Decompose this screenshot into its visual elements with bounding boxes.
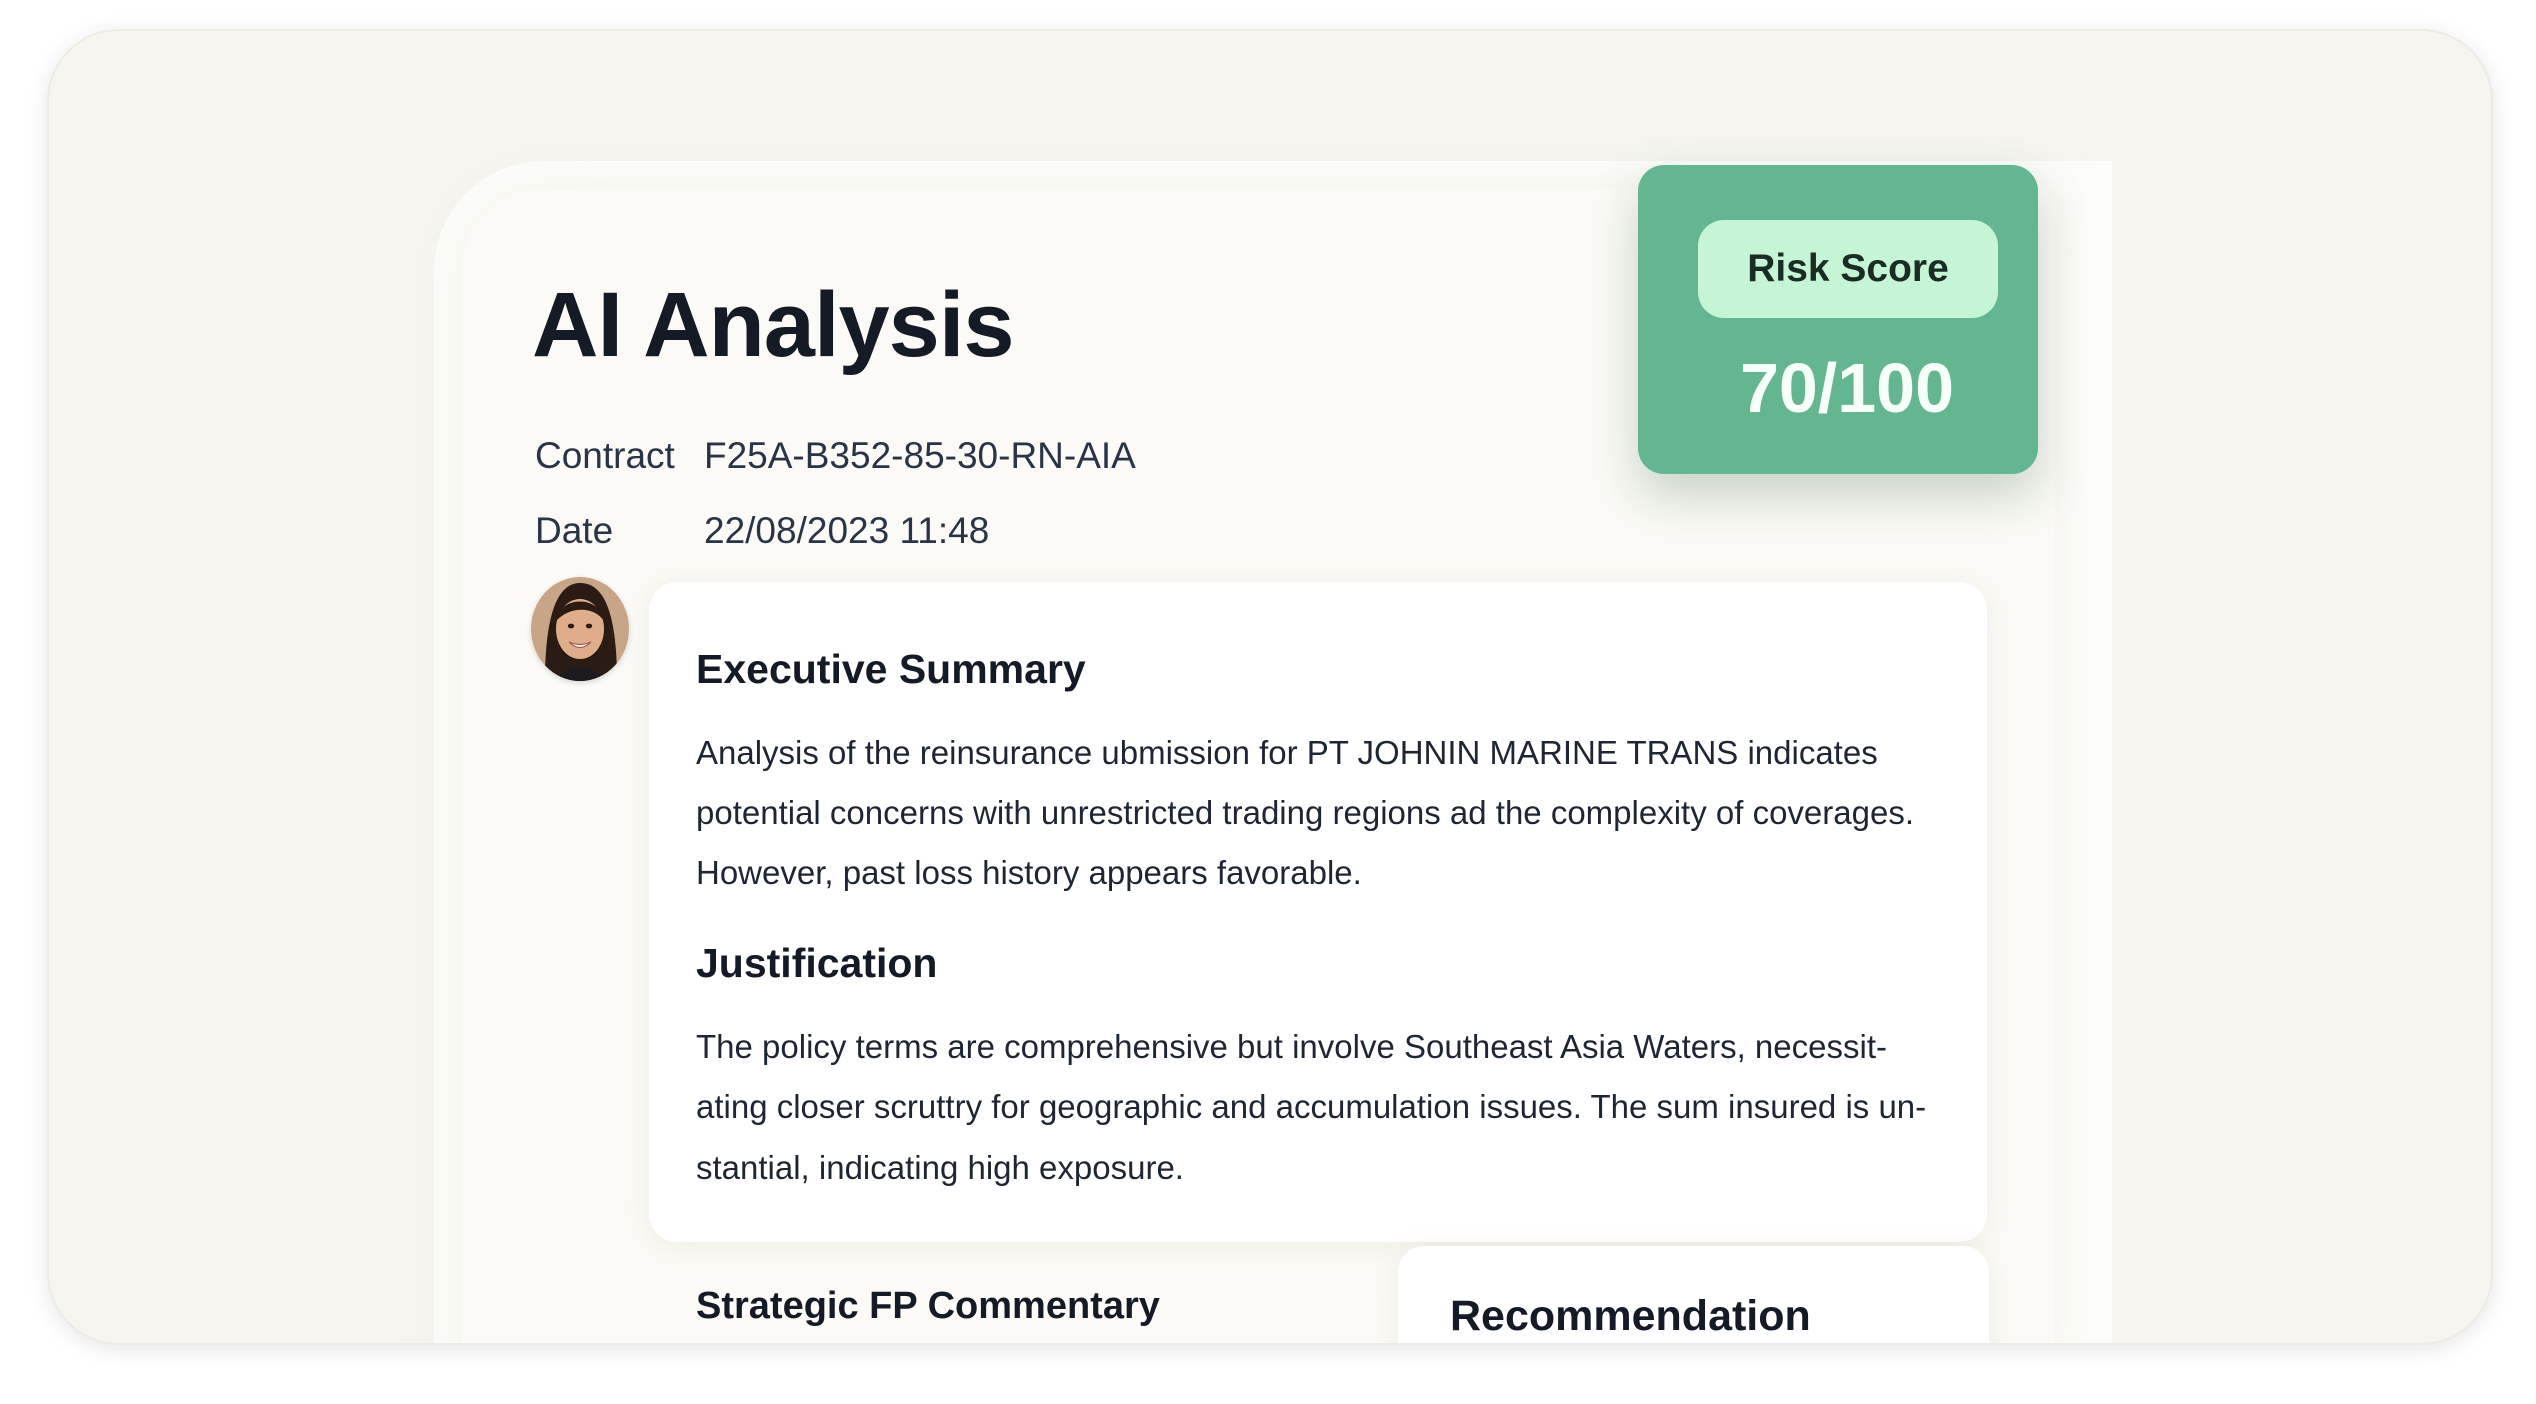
avatar[interactable] <box>531 577 629 681</box>
app-window: AI Analysis Contract F25A-B352-85-30-RN-… <box>47 29 2493 1345</box>
date-value: 22/08/2023 11:48 <box>704 510 990 551</box>
executive-summary-heading: Executive Summary <box>696 646 1086 692</box>
contract-label: Contract <box>535 435 675 476</box>
executive-summary-line: However, past loss history appears favor… <box>696 854 1362 891</box>
page-title: AI Analysis <box>532 274 1015 376</box>
date-label: Date <box>535 510 614 551</box>
user-avatar-icon <box>531 577 629 681</box>
strategic-commentary-heading: Strategic FP Commentary <box>696 1285 1160 1327</box>
justification-line: ating closer scruttry for geographic and… <box>696 1088 1927 1125</box>
justification-line: The policy terms are comprehensive but i… <box>696 1028 1887 1065</box>
justification-heading: Justification <box>696 940 938 986</box>
executive-summary-line: potential concerns with unrestricted tra… <box>696 794 1914 831</box>
risk-score-label: Risk Score <box>1698 220 1998 318</box>
justification-line: stantial, indicating high exposure. <box>696 1149 1184 1186</box>
risk-score-value: 70/100 <box>1739 349 1955 427</box>
contract-value: F25A-B352-85-30-RN-AIA <box>704 435 1136 476</box>
risk-score-card: Risk Score 70/100 <box>1638 165 2038 474</box>
recommendation-heading: Recommendation <box>1450 1292 1811 1340</box>
executive-summary-line: Analysis of the reinsurance ubmission fo… <box>696 734 1878 771</box>
